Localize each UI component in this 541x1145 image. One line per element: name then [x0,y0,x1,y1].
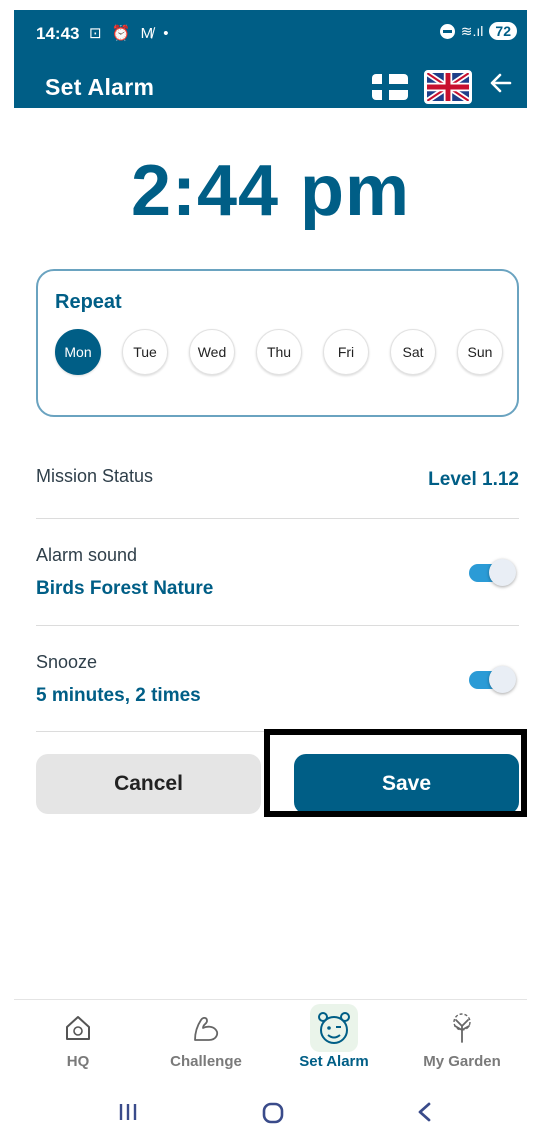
back-icon[interactable] [414,1101,436,1128]
day-fri[interactable]: Fri [323,329,369,375]
back-arrow-icon[interactable] [488,70,514,102]
nav-label-challenge: Challenge [170,1053,242,1070]
status-bar: 14:43 ⊡ ⏰ M̸ • ≋.ıl 72 [14,10,527,58]
app-header: 14:43 ⊡ ⏰ M̸ • ≋.ıl 72 Set Alarm [14,10,527,108]
nav-label-hq: HQ [66,1053,90,1070]
house-icon [66,1016,90,1040]
day-tue[interactable]: Tue [122,329,168,375]
signal-icon: ≋.ıl [460,22,484,39]
do-not-disturb-icon [439,23,455,39]
day-sun[interactable]: Sun [457,329,503,375]
repeat-label: Repeat [55,291,122,313]
alarm-mascot-icon [318,1012,350,1044]
tree-icon [453,1013,471,1043]
nav-label-my-garden: My Garden [423,1053,501,1070]
page-title: Set Alarm [45,74,155,100]
snooze-toggle[interactable] [469,666,516,693]
finnish-flag-icon[interactable] [372,74,408,100]
cancel-button[interactable]: Cancel [36,754,261,814]
home-icon[interactable] [261,1101,285,1130]
day-mon[interactable]: Mon [55,329,101,375]
mission-status-label: Mission Status [36,466,154,486]
day-thu[interactable]: Thu [256,329,302,375]
alarm-sound-label: Alarm sound [36,545,138,565]
status-time: 14:43 [36,24,80,43]
divider [36,625,519,626]
alarm-sound-toggle[interactable] [469,559,516,586]
bottom-nav: HQ Challenge Set Alarm My Garden [14,999,527,1079]
nav-item-set-alarm[interactable]: Set Alarm [270,1000,398,1080]
nav-item-challenge[interactable]: Challenge [142,1000,270,1080]
mission-level-value: Level 1.12 [428,469,519,490]
system-nav [14,1079,527,1145]
nav-label-set-alarm: Set Alarm [299,1053,369,1070]
status-right: ≋.ıl 72 [439,22,517,40]
notification-icons: ⊡ ⏰ M̸ • [89,25,172,42]
uk-flag-icon[interactable] [424,70,472,104]
repeat-days: Mon Tue Wed Thu Fri Sat Sun [55,329,503,375]
alarm-time[interactable]: 2:44 pm [14,150,527,232]
recent-apps-icon[interactable] [117,1101,139,1128]
nav-item-hq[interactable]: HQ [14,1000,142,1080]
snooze-label: Snooze [36,652,98,672]
repeat-card: Repeat Mon Tue Wed Thu Fri Sat Sun [36,269,519,417]
snooze-value[interactable]: 5 minutes, 2 times [36,685,201,707]
day-sat[interactable]: Sat [390,329,436,375]
battery-level: 72 [489,22,517,40]
alarm-sound-value[interactable]: Birds Forest Nature [36,578,213,600]
divider [36,518,519,519]
nav-item-my-garden[interactable]: My Garden [398,1000,526,1080]
phone-screen: 14:43 ⊡ ⏰ M̸ • ≋.ıl 72 Set Alarm 2:44 pm [14,10,527,1145]
arm-icon [194,1016,219,1041]
save-highlight-box [264,729,527,817]
day-wed[interactable]: Wed [189,329,235,375]
